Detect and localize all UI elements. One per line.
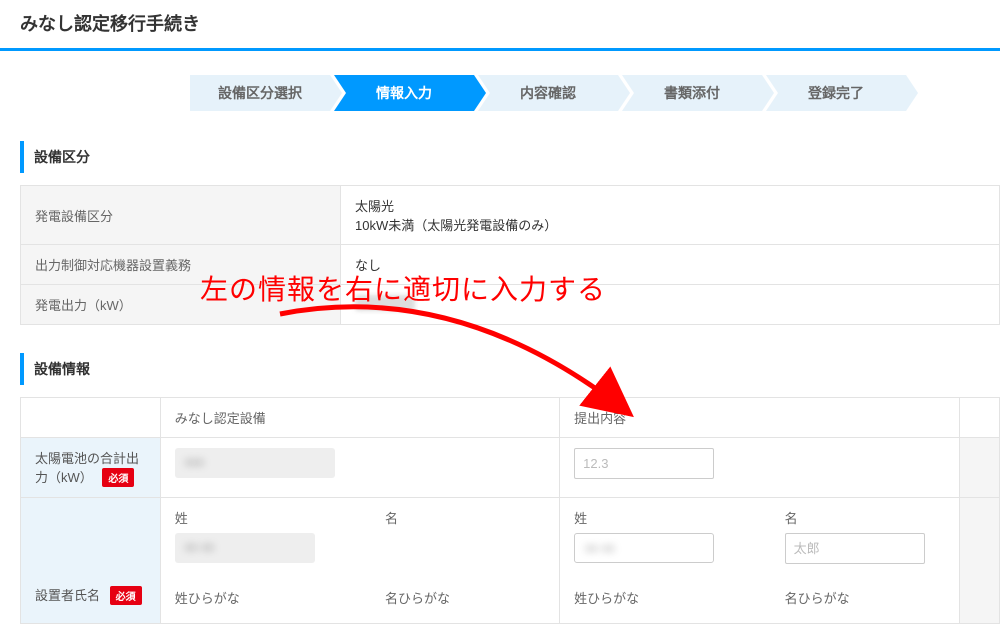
step-1: 設備区分選択 [190, 75, 330, 111]
step-3: 内容確認 [478, 75, 618, 111]
section-equipment-category-title: 設備区分 [20, 141, 1000, 173]
label-sei-hira-r: 姓ひらがな [574, 588, 734, 607]
equipment-info-table: みなし認定設備 提出内容 太陽電池の合計出力（kW） 必須 xxx 設置者氏名 … [20, 397, 1000, 624]
stepper: 設備区分選択 情報入力 内容確認 書類添付 登録完了 [0, 51, 1000, 135]
cell-extra [960, 438, 1000, 498]
detail-header-right: 提出内容 [560, 398, 960, 438]
section-equipment-info-title: 設備情報 [20, 353, 1000, 385]
blurred-sei: xx xx [175, 533, 315, 563]
label-sei: 姓 [175, 508, 335, 527]
row-label-gen-type: 発電設備区分 [21, 186, 341, 245]
blurred-sei-input[interactable]: xx xx [574, 533, 714, 563]
row-label-total-output: 太陽電池の合計出力（kW） 必須 [21, 438, 161, 498]
required-badge: 必須 [102, 468, 134, 487]
input-mei[interactable] [785, 533, 925, 564]
step-2: 情報入力 [334, 75, 474, 111]
page-title: みなし認定移行手続き [0, 0, 1000, 51]
detail-header-extra [960, 398, 1000, 438]
label-sei-r: 姓 [574, 508, 734, 527]
cell-name-right: 姓 xx xx 名 [560, 498, 960, 577]
label-mei-hira: 名ひらがな [385, 588, 545, 607]
cell-total-output-left: xxx [160, 438, 559, 498]
blurred-readonly-value: xxx [175, 448, 335, 478]
step-4: 書類添付 [622, 75, 762, 111]
detail-corner [21, 398, 161, 438]
cell-name-hira-left: 姓ひらがな 名ひらがな [160, 576, 559, 624]
cell-total-output-right [560, 438, 960, 498]
label-sei-hira: 姓ひらがな [175, 588, 335, 607]
required-badge: 必須 [110, 586, 142, 605]
input-total-output[interactable] [574, 448, 714, 479]
label-mei-hira-r: 名ひらがな [785, 588, 945, 607]
row-label-installer-name: 設置者氏名 必須 [21, 498, 161, 624]
row-value-gen-type: 太陽光 10kW未満（太陽光発電設備のみ） [341, 186, 1000, 245]
annotation-text: 左の情報を右に適切に入力する [200, 268, 606, 308]
label-mei-r: 名 [785, 508, 945, 527]
cell-name-hira-right: 姓ひらがな 名ひらがな [560, 576, 960, 624]
label-mei: 名 [385, 508, 545, 527]
cell-name-left: 姓 xx xx 名 [160, 498, 559, 577]
step-5: 登録完了 [766, 75, 906, 111]
cell-extra-2 [960, 498, 1000, 624]
detail-header-left: みなし認定設備 [160, 398, 559, 438]
